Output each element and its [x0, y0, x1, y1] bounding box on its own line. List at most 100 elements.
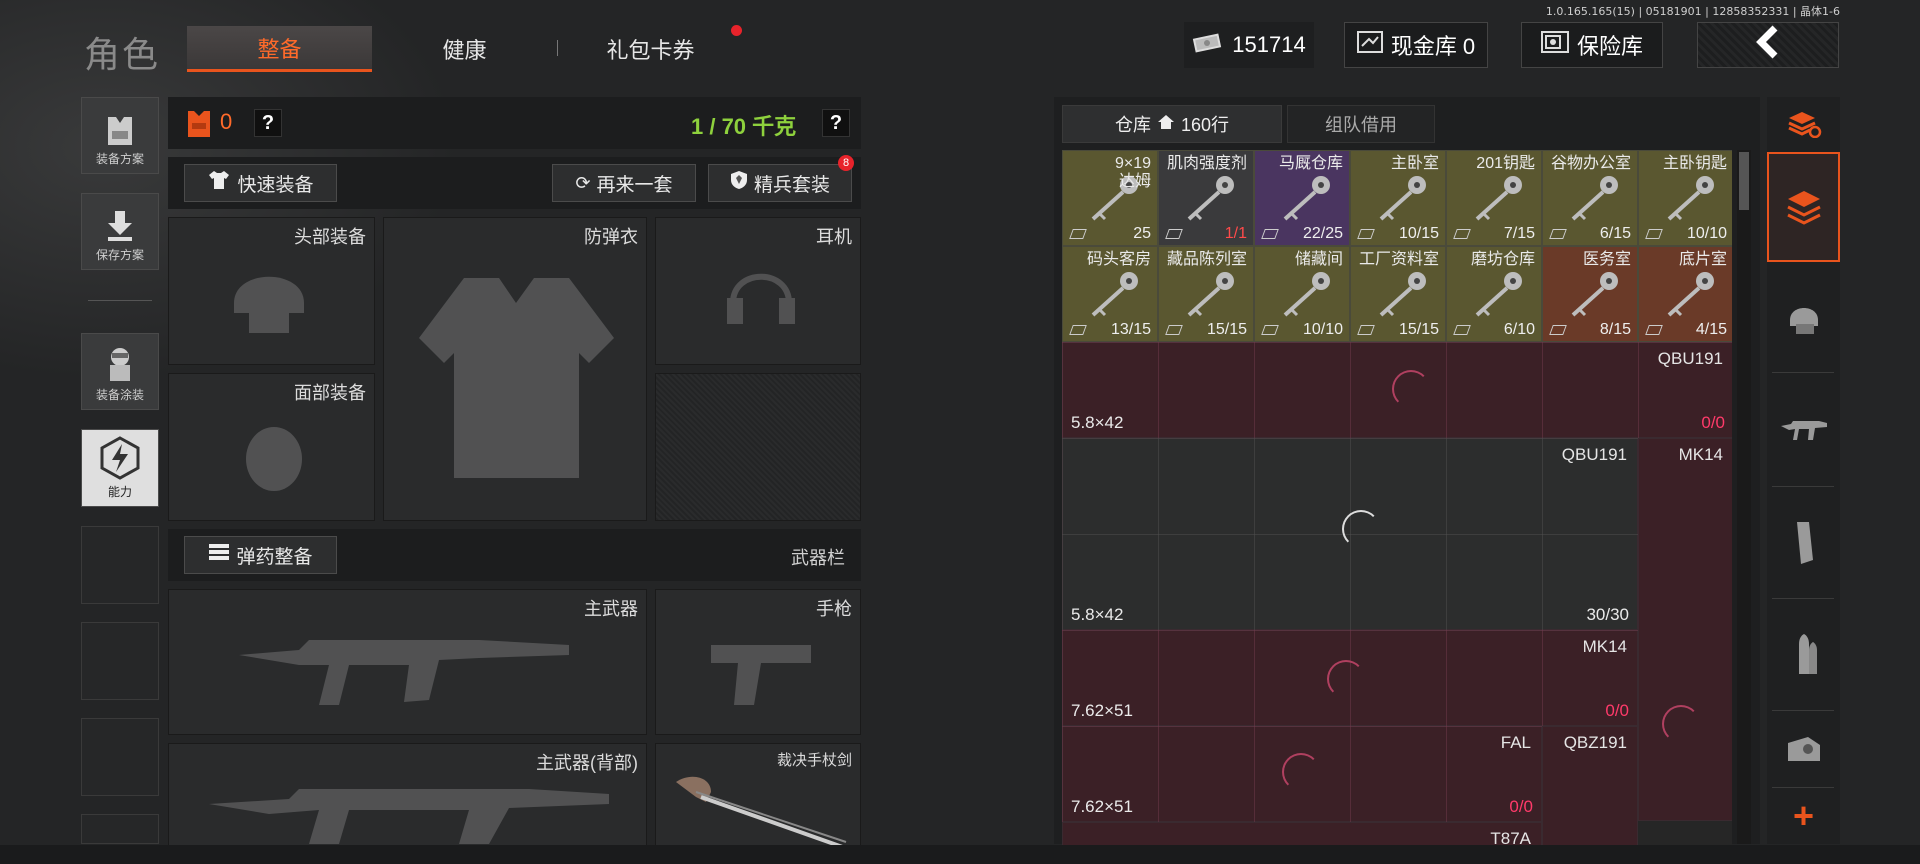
primary-weapon-slot[interactable]: 主武器 [168, 589, 647, 735]
item-name: 主卧室 [1390, 155, 1439, 172]
ammo-bar: 弹药整备 武器栏 [168, 529, 861, 581]
ability-icon [98, 436, 142, 483]
cash-storage-icon [1356, 30, 1383, 60]
headset-icon [727, 273, 795, 324]
key-icon [1571, 272, 1618, 317]
inventory-item[interactable]: 储藏间 10/10 [1254, 246, 1350, 342]
stack-icon [1261, 325, 1279, 335]
tab-health[interactable]: 健康 [372, 26, 557, 72]
inventory-item[interactable]: 谷物办公室 6/15 [1542, 150, 1638, 246]
inventory-item[interactable]: 底片室 4/15 [1638, 246, 1732, 342]
tab-equip[interactable]: 整备 [187, 26, 372, 72]
safe-label: 保险库 [1576, 34, 1643, 59]
sort-stack-button[interactable] [1767, 100, 1840, 146]
page-title: 角色 [84, 34, 161, 75]
tab-gift[interactable]: 礼包卡券 [558, 26, 743, 72]
weight-value: 1 / 70 千克 [691, 114, 797, 139]
cash-storage-button[interactable]: 现金库 0 [1344, 22, 1488, 68]
bottom-strip [0, 845, 1920, 864]
layers-icon [1786, 191, 1821, 225]
melee-slot[interactable]: 裁决手杖剑 [655, 743, 861, 853]
stack-icon [1165, 325, 1183, 335]
key-icon [1283, 176, 1330, 221]
back-button[interactable] [1697, 22, 1839, 68]
stack-icon [1453, 229, 1471, 239]
category-magazines[interactable] [1767, 490, 1840, 595]
inventory-item[interactable]: 工厂资料室 15/15 [1350, 246, 1446, 342]
skin-label: 装备涂装 [95, 388, 144, 402]
face-slot[interactable]: 面部装备 [168, 373, 375, 521]
scrollbar-track[interactable] [1737, 150, 1751, 844]
weapon-name: MK14 [1678, 445, 1723, 464]
soldier-icon [102, 345, 138, 386]
quick-equip-label: 快速装备 [237, 174, 314, 196]
stack-icon [1261, 229, 1279, 239]
inventory-item[interactable]: 码头客房 13/15 [1062, 246, 1158, 342]
inventory-item[interactable]: 主卧室 10/15 [1350, 150, 1446, 246]
inventory-item[interactable]: 主卧钥匙 10/10 [1638, 150, 1732, 246]
loading-spinner-icon [1282, 753, 1320, 791]
inventory-item[interactable]: 肌肉强度剂 1/1 [1158, 150, 1254, 246]
body-armor-icon [419, 278, 614, 478]
stack-icon [1357, 325, 1375, 335]
rail-divider [1772, 486, 1834, 487]
add-category-button[interactable]: + [1767, 792, 1840, 840]
shirt-icon [207, 169, 231, 197]
inventory-item[interactable]: 藏品陈列室 15/15 [1158, 246, 1254, 342]
inventory-item[interactable]: 马厩仓库 22/25 [1254, 150, 1350, 246]
loadout-plan-button[interactable]: 装备方案 [81, 97, 159, 174]
category-weapons[interactable] [1767, 378, 1840, 483]
item-name: 藏品陈列室 [1166, 251, 1247, 268]
save-plan-button[interactable]: 保存方案 [81, 193, 159, 270]
primary-back-slot[interactable]: 主武器(背部) [168, 743, 647, 853]
empty-sidebar-slot [81, 814, 159, 844]
vest-slot[interactable]: 防弹衣 [383, 217, 647, 521]
loading-spinner-icon [1392, 370, 1430, 408]
weapon-item[interactable]: T87A [1062, 822, 1542, 845]
tab-team-borrow[interactable]: 组队借用 [1287, 105, 1435, 143]
weapon-item[interactable]: QBZ191 [1542, 726, 1638, 845]
inventory-item[interactable]: 201钥匙 7/15 [1446, 150, 1542, 246]
item-name: 磨坊仓库 [1470, 251, 1535, 268]
key-icon [1379, 176, 1426, 221]
ammo-equip-button[interactable]: 弹药整备 [184, 536, 337, 574]
stack-icon [1549, 229, 1567, 239]
pistol-slot[interactable]: 手枪 [655, 589, 861, 735]
inventory-item[interactable]: 磨坊仓库 6/10 [1446, 246, 1542, 342]
category-all[interactable] [1767, 152, 1840, 262]
category-ammo[interactable] [1767, 602, 1840, 707]
inventory-item[interactable]: 9×19 达姆 25 [1062, 150, 1158, 246]
item-count: 4/15 [1695, 321, 1727, 338]
inventory-item[interactable]: 医务室 8/15 [1542, 246, 1638, 342]
quick-equip-button[interactable]: 快速装备 [184, 164, 337, 202]
loadout-plan-label: 装备方案 [95, 152, 144, 166]
item-name: 工厂资料室 [1358, 251, 1439, 268]
stack-icon [1165, 229, 1183, 239]
money-value: 151714 [1232, 32, 1306, 57]
cane-sword-icon [676, 776, 852, 852]
pistol-icon [711, 645, 811, 705]
safe-button[interactable]: 保险库 [1521, 22, 1663, 68]
weight-help-icon[interactable]: ? [822, 109, 850, 137]
scrollbar-thumb[interactable] [1739, 152, 1749, 210]
elite-set-button[interactable]: 精兵套装 [708, 164, 852, 202]
loading-spinner-icon [1327, 660, 1365, 698]
rifle-icon [239, 640, 569, 705]
headset-slot[interactable]: 耳机 [655, 217, 861, 365]
category-gear[interactable] [1767, 268, 1840, 368]
head-slot[interactable]: 头部装备 [168, 217, 375, 365]
armor-icon [184, 107, 214, 144]
help-icon[interactable]: ? [254, 109, 282, 137]
tab-storage[interactable]: 仓库 160行 [1062, 105, 1282, 143]
ability-button[interactable]: 能力 [81, 429, 159, 507]
item-count: 22/25 [1302, 225, 1343, 242]
headset-slot-label: 耳机 [816, 227, 852, 247]
key-icon [1667, 176, 1714, 221]
helmet-vest-icon [1789, 308, 1818, 334]
weapon-item[interactable]: MK14 [1638, 438, 1732, 821]
category-attachments[interactable] [1767, 714, 1840, 784]
again-button[interactable]: ⟳ 再来一套 [552, 164, 696, 202]
skin-button[interactable]: 装备涂装 [81, 333, 159, 410]
key-icon [1091, 272, 1138, 317]
storage-grid[interactable]: 9×19 达姆 25 肌肉强度剂 1/1 马厩仓库 22/25 主卧室 10/15 201钥匙 7/… [1062, 150, 1732, 845]
